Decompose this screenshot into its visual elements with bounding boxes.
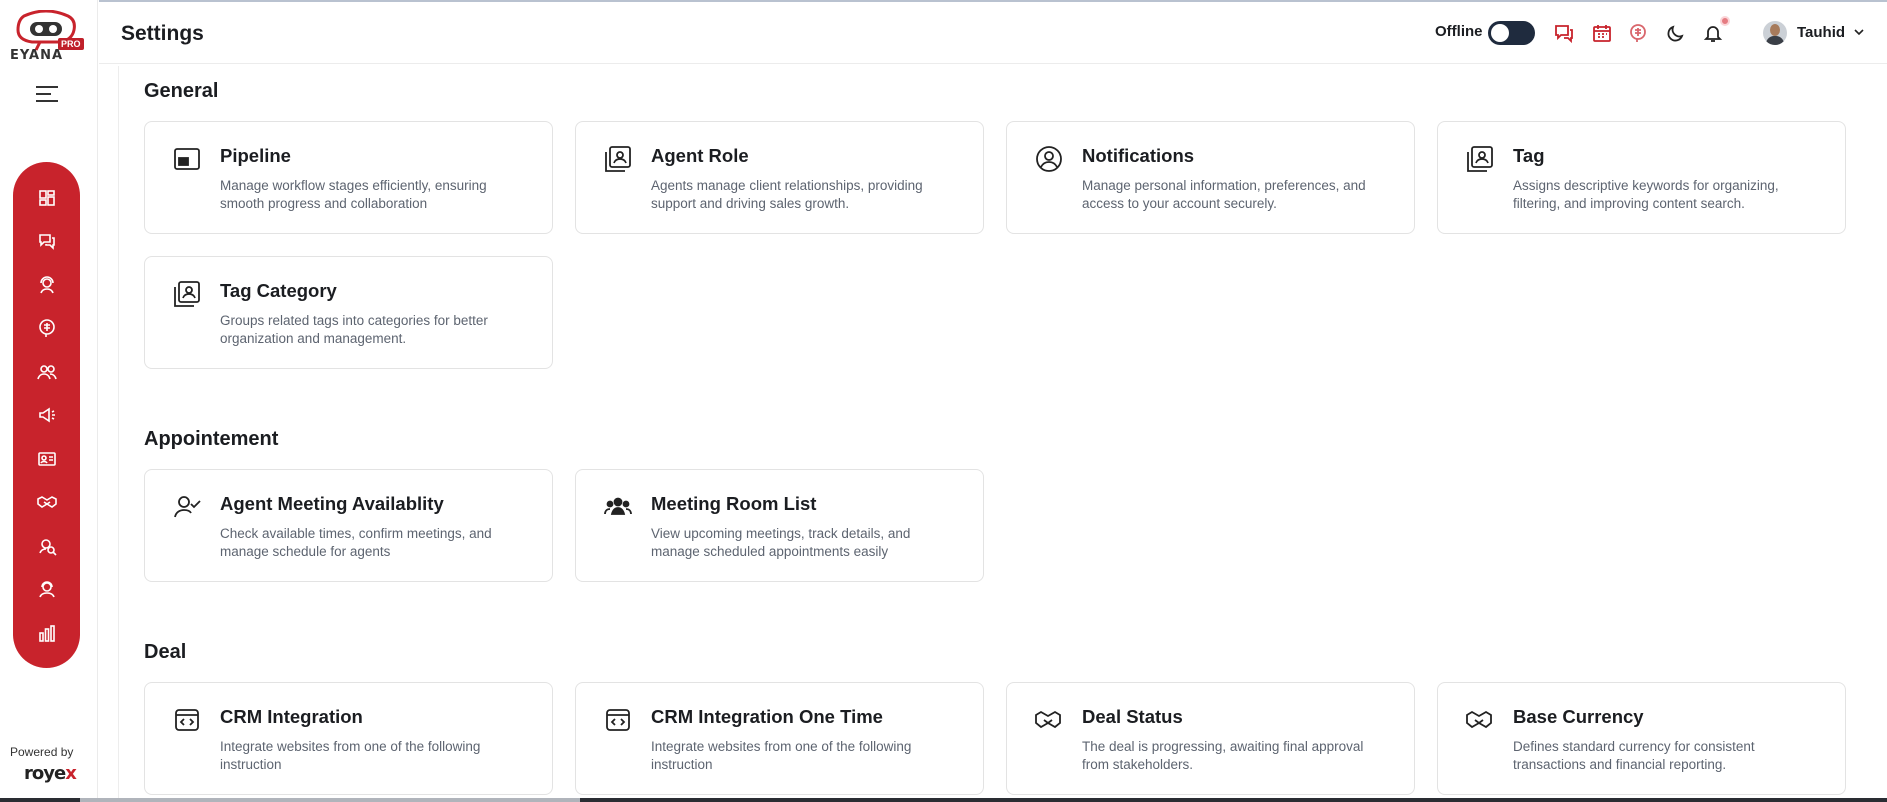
section-title-deal: Deal xyxy=(144,641,187,663)
ai-brain-icon xyxy=(38,319,55,338)
card-description: Groups related tags into categories for … xyxy=(220,313,488,346)
dashboard-icon xyxy=(38,189,55,206)
sidebar: PRO EYANA Powered by royex xyxy=(0,0,98,802)
card-description: Integrate websites from one of the follo… xyxy=(651,739,912,772)
sidebar-item-deals[interactable] xyxy=(13,481,80,525)
powered-by-label: Powered by xyxy=(10,745,74,759)
group-icon xyxy=(603,492,633,522)
card-description: Assigns descriptive keywords for organiz… xyxy=(1513,178,1779,211)
card-description: The deal is progressing, awaiting final … xyxy=(1082,739,1364,772)
sidebar-item-users[interactable] xyxy=(13,350,80,394)
settings-content: General Pipeline Manage workflow stages … xyxy=(118,66,1887,802)
portrait-icon xyxy=(1465,144,1495,174)
contacts-card-icon xyxy=(37,451,56,466)
card-description: View upcoming meetings, track details, a… xyxy=(651,526,911,559)
top-bar: Settings xyxy=(99,0,1887,64)
search-user-icon xyxy=(38,538,57,556)
user-name[interactable]: Tauhid xyxy=(1797,24,1845,41)
card-title: Deal Status xyxy=(1082,706,1183,727)
card-deal-status[interactable]: Deal Status The deal is progressing, awa… xyxy=(1006,682,1415,795)
sidebar-item-campaigns[interactable] xyxy=(13,394,80,438)
section-title-appointment: Appointement xyxy=(144,428,279,450)
menu-toggle-icon[interactable] xyxy=(36,86,58,104)
chevron-down-icon[interactable] xyxy=(1853,26,1865,38)
sidebar-item-ai[interactable] xyxy=(13,307,80,351)
card-description: Integrate websites from one of the follo… xyxy=(220,739,481,772)
vendor-name-b: x xyxy=(65,763,77,784)
portrait-icon xyxy=(603,144,633,174)
card-title: CRM Integration xyxy=(220,706,363,727)
chat-icon xyxy=(38,234,55,251)
sidebar-item-support[interactable] xyxy=(13,263,80,307)
code-window-icon xyxy=(172,705,202,735)
megaphone-icon xyxy=(38,407,55,423)
card-description: Defines standard currency for consistent… xyxy=(1513,739,1755,772)
horizontal-scrollbar[interactable] xyxy=(0,798,1887,802)
card-title: Agent Role xyxy=(651,145,749,166)
bar-chart-icon xyxy=(38,624,55,642)
avatar[interactable] xyxy=(1763,21,1787,45)
ai-assistant-icon[interactable] xyxy=(1627,22,1649,44)
card-crm-integration[interactable]: CRM Integration Integrate websites from … xyxy=(144,682,553,795)
online-status-toggle[interactable] xyxy=(1488,21,1535,45)
pipeline-icon xyxy=(172,144,202,174)
scrollbar-thumb[interactable] xyxy=(80,798,580,802)
card-title: Pipeline xyxy=(220,145,291,166)
sidebar-item-dashboard[interactable] xyxy=(13,176,80,220)
page-title: Settings xyxy=(121,22,204,45)
logo-wordmark: EYANA xyxy=(10,48,64,63)
card-title: CRM Integration One Time xyxy=(651,706,883,727)
sidebar-item-chat[interactable] xyxy=(13,220,80,264)
dark-mode-icon[interactable] xyxy=(1665,22,1687,44)
handshake-icon xyxy=(1034,705,1064,735)
card-agent-role[interactable]: Agent Role Agents manage client relation… xyxy=(575,121,984,234)
notification-badge xyxy=(1720,16,1730,26)
sidebar-item-contacts[interactable] xyxy=(13,437,80,481)
card-description: Check available times, confirm meetings,… xyxy=(220,526,492,559)
handshake-icon xyxy=(36,496,57,509)
card-tag[interactable]: Tag Assigns descriptive keywords for org… xyxy=(1437,121,1846,234)
section-title-general: General xyxy=(144,80,219,102)
card-description: Agents manage client relationships, prov… xyxy=(651,178,923,211)
card-title: Tag Category xyxy=(220,280,337,301)
card-notifications[interactable]: Notifications Manage personal informatio… xyxy=(1006,121,1415,234)
agent-icon xyxy=(38,581,55,598)
portrait-icon xyxy=(172,279,202,309)
sidebar-item-reports[interactable] xyxy=(13,611,80,655)
vendor-name-a: roye xyxy=(24,763,66,784)
account-circle-icon xyxy=(1034,144,1064,174)
messages-icon[interactable] xyxy=(1553,22,1575,44)
user-check-icon xyxy=(172,492,202,522)
handshake-icon xyxy=(1465,705,1495,735)
calendar-icon[interactable] xyxy=(1591,22,1613,44)
sidebar-item-agents[interactable] xyxy=(13,568,80,612)
card-description: Manage workflow stages efficiently, ensu… xyxy=(220,178,487,211)
card-title: Meeting Room List xyxy=(651,493,817,514)
card-description: Manage personal information, preferences… xyxy=(1082,178,1366,211)
status-label: Offline xyxy=(1435,23,1483,40)
card-title: Agent Meeting Availablity xyxy=(220,493,444,514)
toggle-knob xyxy=(1491,24,1509,42)
card-crm-integration-one-time[interactable]: CRM Integration One Time Integrate websi… xyxy=(575,682,984,795)
card-base-currency[interactable]: Base Currency Defines standard currency … xyxy=(1437,682,1846,795)
side-nav xyxy=(13,162,80,668)
card-title: Base Currency xyxy=(1513,706,1644,727)
card-agent-meeting-availability[interactable]: Agent Meeting Availablity Check availabl… xyxy=(144,469,553,582)
support-agent-icon xyxy=(39,275,54,294)
card-title: Tag xyxy=(1513,145,1545,166)
code-window-icon xyxy=(603,705,633,735)
card-title: Notifications xyxy=(1082,145,1195,166)
card-pipeline[interactable]: Pipeline Manage workflow stages efficien… xyxy=(144,121,553,234)
card-meeting-room-list[interactable]: Meeting Room List View upcoming meetings… xyxy=(575,469,984,582)
users-icon xyxy=(36,364,57,379)
sidebar-item-search[interactable] xyxy=(13,524,80,568)
vendor-logo[interactable]: royex xyxy=(24,763,77,784)
notifications-bell-icon[interactable] xyxy=(1702,22,1724,44)
card-tag-category[interactable]: Tag Category Groups related tags into ca… xyxy=(144,256,553,369)
